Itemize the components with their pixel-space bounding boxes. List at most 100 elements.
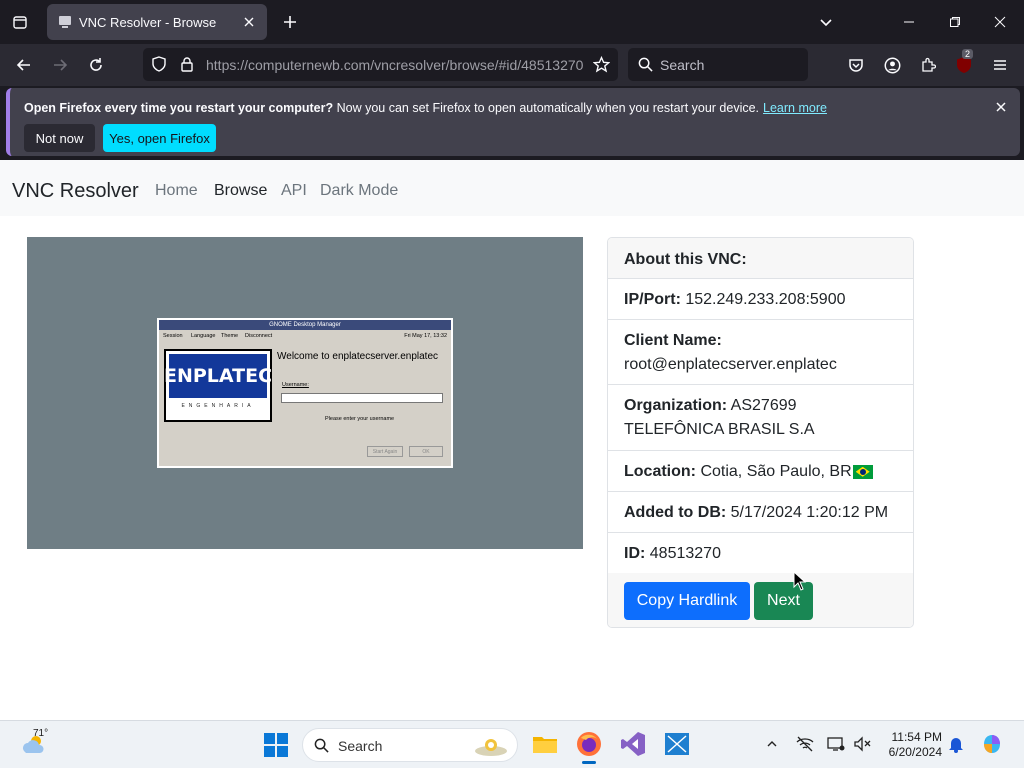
- extension-badge: 2: [962, 49, 974, 59]
- ip-value: 152.249.233.208:5900: [685, 291, 846, 308]
- firefox-icon[interactable]: [575, 730, 603, 764]
- ublock-icon[interactable]: 2: [952, 49, 976, 77]
- site-brand[interactable]: VNC Resolver: [12, 180, 139, 203]
- location-label: Location:: [624, 463, 696, 480]
- notification-message: Open Firefox every time you restart your…: [24, 101, 827, 115]
- nav-home[interactable]: Home: [155, 182, 198, 200]
- navigation-toolbar: https://computernewb.com/vncresolver/bro…: [0, 44, 1024, 86]
- pocket-icon[interactable]: [844, 53, 868, 77]
- lock-icon[interactable]: [179, 56, 195, 77]
- account-icon[interactable]: [880, 53, 904, 77]
- id-value: 48513270: [649, 545, 721, 562]
- active-tab[interactable]: VNC Resolver - Browse: [47, 4, 267, 40]
- notification-bar: Open Firefox every time you restart your…: [6, 88, 1020, 156]
- url-text: https://computernewb.com/vncresolver/bro…: [206, 57, 583, 73]
- copilot-icon[interactable]: [980, 732, 1004, 756]
- url-path: /vncresolver/browse/#id/48513270: [370, 57, 584, 73]
- logo-text: ENPLATEC: [164, 354, 272, 398]
- display-icon[interactable]: [826, 734, 846, 754]
- mouse-cursor-icon: [793, 571, 807, 591]
- taskbar-search[interactable]: Search: [302, 728, 518, 762]
- vnc-menu-session: Session: [163, 333, 183, 339]
- restore-icon[interactable]: [941, 8, 969, 36]
- search-icon: [638, 57, 653, 77]
- org-label: Organization:: [624, 397, 728, 414]
- notification-bold: Open Firefox every time you restart your…: [24, 101, 334, 115]
- tracking-shield-icon[interactable]: [151, 56, 167, 77]
- location-value: Cotia, São Paulo, BR: [700, 463, 852, 480]
- brazil-flag-icon: [852, 464, 873, 479]
- added-label: Added to DB:: [624, 504, 727, 521]
- tab-list-icon[interactable]: [8, 10, 32, 34]
- client-label: Client Name:: [624, 332, 722, 349]
- tab-close-icon[interactable]: [239, 12, 259, 32]
- about-card-header: About this VNC:: [608, 238, 913, 279]
- clock-time: 11:54 PM: [891, 730, 942, 744]
- ip-port-row: IP/Port: 152.249.233.208:5900: [608, 279, 913, 320]
- clock-date: 6/20/2024: [888, 745, 942, 759]
- vnc-clock: Fri May 17, 13:32: [404, 333, 447, 339]
- bookmark-star-icon[interactable]: [592, 55, 611, 78]
- nav-api[interactable]: API: [281, 182, 307, 200]
- vnc-window-title: GNOME Desktop Manager: [159, 320, 451, 330]
- vnc-username-field: [281, 393, 443, 403]
- vnc-ok-button: OK: [409, 446, 443, 457]
- vnc-hint-text: Please enter your username: [325, 416, 395, 422]
- search-placeholder: Search: [660, 57, 705, 73]
- client-name-row: Client Name: root@enplatecserver.enplatec: [608, 320, 913, 385]
- url-bar[interactable]: https://computernewb.com/vncresolver/bro…: [143, 48, 618, 81]
- remote-viewer-icon[interactable]: [663, 730, 691, 758]
- notification-close-icon[interactable]: [992, 98, 1010, 116]
- close-window-icon[interactable]: [986, 8, 1014, 36]
- firefox-active-indicator: [582, 761, 596, 764]
- windows-start-icon[interactable]: [264, 733, 288, 757]
- added-row: Added to DB: 5/17/2024 1:20:12 PM: [608, 492, 913, 533]
- reload-icon[interactable]: [84, 53, 108, 77]
- nav-browse[interactable]: Browse: [214, 182, 267, 200]
- notification-bell-icon[interactable]: [946, 734, 966, 754]
- vnc-login-window: GNOME Desktop Manager Session Language T…: [157, 318, 453, 468]
- list-all-tabs-chevron-icon[interactable]: [814, 10, 838, 34]
- taskbar-search-icon: [314, 738, 329, 758]
- id-row: ID: 48513270: [608, 533, 913, 573]
- enplatec-logo: ENPLATEC ENGENHARIA: [164, 349, 272, 422]
- file-explorer-icon[interactable]: [531, 730, 559, 758]
- menu-hamburger-icon[interactable]: [988, 53, 1012, 77]
- vnc-username-label: Username:: [282, 382, 309, 388]
- web-search-bar[interactable]: Search: [628, 48, 808, 81]
- organization-row: Organization: AS27699 TELEFÔNICA BRASIL …: [608, 385, 913, 451]
- open-firefox-button[interactable]: Yes, open Firefox: [103, 124, 216, 152]
- network-disconnected-icon[interactable]: [795, 734, 815, 754]
- new-tab-icon[interactable]: [278, 10, 302, 34]
- notification-body: Now you can set Firefox to open automati…: [333, 101, 760, 115]
- copy-hardlink-button[interactable]: Copy Hardlink: [624, 582, 750, 620]
- web-page: VNC Resolver Home Browse API Dark Mode G…: [0, 160, 1024, 720]
- visual-studio-icon[interactable]: [619, 730, 647, 758]
- id-label: ID:: [624, 545, 646, 562]
- system-clock[interactable]: 11:54 PM 6/20/2024: [880, 730, 942, 760]
- url-host: https://computernewb.com: [206, 57, 371, 73]
- added-value: 5/17/2024 1:20:12 PM: [730, 504, 889, 521]
- extensions-puzzle-icon[interactable]: [916, 53, 940, 77]
- vnc-menu-bar: Session Language Theme Disconnect Fri Ma…: [159, 331, 451, 341]
- windows-taskbar: 71° Search 11:54 PM 6/20/2024: [0, 720, 1024, 768]
- vnc-screenshot: GNOME Desktop Manager Session Language T…: [27, 237, 583, 549]
- nav-dark-mode[interactable]: Dark Mode: [320, 182, 398, 200]
- not-now-button[interactable]: Not now: [24, 124, 95, 152]
- client-value: root@enplatecserver.enplatec: [624, 356, 837, 373]
- forward-icon[interactable]: [48, 53, 72, 77]
- volume-muted-icon[interactable]: [852, 734, 872, 754]
- about-card: About this VNC: IP/Port: 152.249.233.208…: [607, 237, 914, 628]
- vnc-menu-language: Language: [191, 333, 216, 339]
- vnc-menu-theme: Theme: [221, 333, 239, 339]
- tray-overflow-chevron-icon[interactable]: [762, 734, 782, 754]
- learn-more-link[interactable]: Learn more: [763, 101, 827, 115]
- back-icon[interactable]: [12, 53, 36, 77]
- vnc-welcome-text: Welcome to enplatecserver.enplatec: [277, 351, 439, 362]
- vnc-favicon-icon: [57, 14, 73, 30]
- tab-title: VNC Resolver - Browse: [79, 15, 217, 30]
- minimize-icon[interactable]: [895, 8, 923, 36]
- weather-temperature: 71°: [33, 728, 49, 739]
- search-highlight-icon: [473, 733, 509, 762]
- vnc-start-again-button: Start Again: [367, 446, 403, 457]
